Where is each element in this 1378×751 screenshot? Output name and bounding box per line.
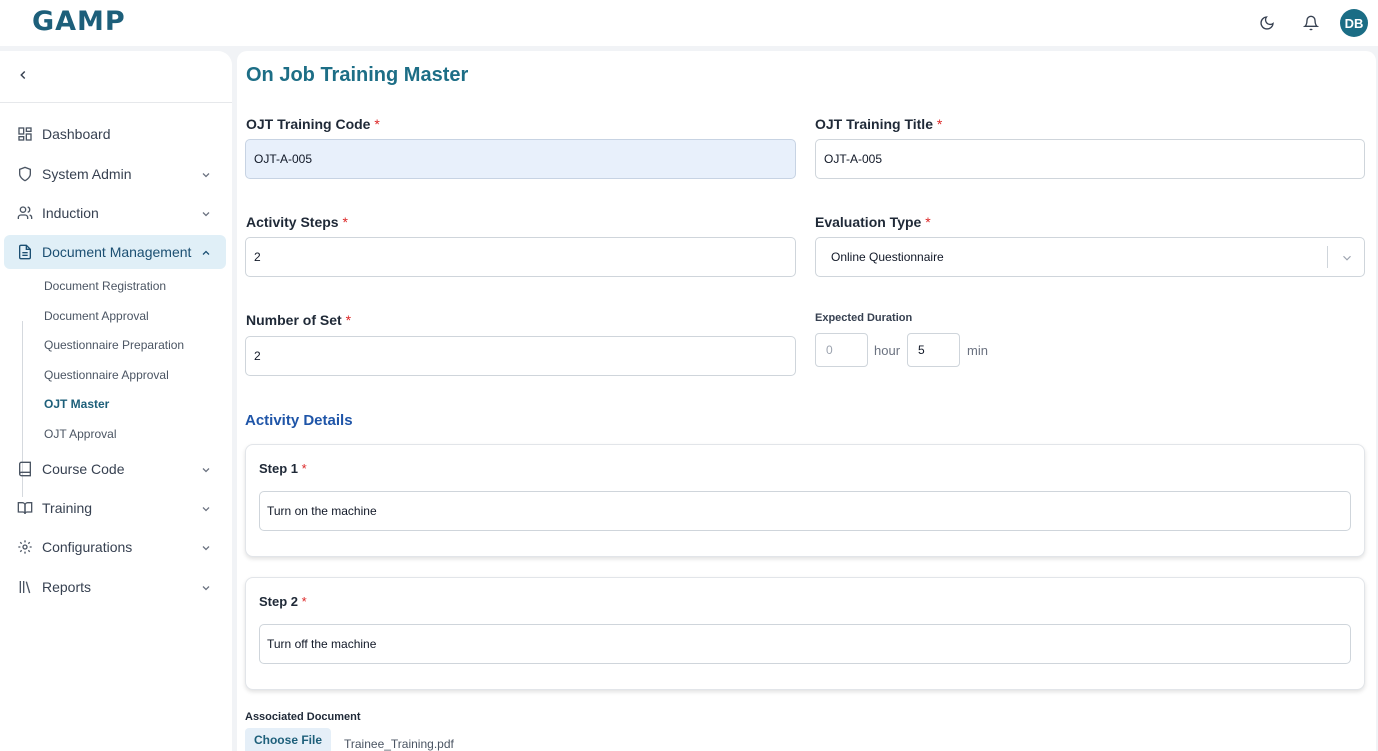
gear-icon <box>16 538 34 556</box>
step-2-input[interactable]: Turn off the machine <box>259 624 1351 664</box>
label-text: OJT Training Title <box>815 116 933 132</box>
sidebar-item-system-admin[interactable]: System Admin <box>4 157 226 191</box>
sidebar-item-training[interactable]: Training <box>4 491 226 525</box>
choose-file-button[interactable]: Choose File <box>245 728 331 751</box>
label-text: Step 1 <box>259 461 299 476</box>
sub-item-questionnaire-preparation[interactable]: Questionnaire Preparation <box>44 338 184 352</box>
main-panel: On Job Training Master OJT Training Code… <box>237 51 1376 751</box>
top-bar: GAMP DB <box>0 0 1378 46</box>
avatar[interactable]: DB <box>1340 9 1368 37</box>
sidebar-item-document-management[interactable]: Document Management <box>4 235 226 269</box>
library-icon <box>16 578 34 596</box>
document-icon <box>16 243 34 261</box>
page-title: On Job Training Master <box>246 64 469 86</box>
chevron-up-icon <box>200 246 212 258</box>
select-value: Online Questionnaire <box>831 250 944 264</box>
chevron-down-icon <box>200 168 212 180</box>
sub-item-ojt-master[interactable]: OJT Master <box>44 397 109 411</box>
associated-document-label: Associated Document <box>245 711 361 723</box>
required-mark: * <box>342 214 348 230</box>
chevron-down-icon <box>200 581 212 593</box>
chevron-down-icon <box>200 502 212 514</box>
chevron-down-icon <box>200 207 212 219</box>
evaluation-type-select[interactable]: Online Questionnaire <box>815 237 1365 277</box>
field-label-evaluation-type: Evaluation Type * <box>815 214 931 230</box>
sidebar-item-induction[interactable]: Induction <box>4 196 226 230</box>
sub-item-document-approval[interactable]: Document Approval <box>44 309 149 323</box>
activity-steps-input[interactable]: 2 <box>245 237 796 277</box>
chevron-left-icon[interactable] <box>16 68 32 84</box>
sidebar-item-dashboard[interactable]: Dashboard <box>4 117 226 151</box>
field-label-ojt-training-code: OJT Training Code * <box>246 116 380 132</box>
number-of-set-input[interactable]: 2 <box>245 336 796 376</box>
open-book-icon <box>16 499 34 517</box>
book-icon <box>16 460 34 478</box>
min-unit-label: min <box>967 343 988 358</box>
field-label-number-of-set: Number of Set * <box>246 312 351 328</box>
sidebar-item-label: Induction <box>42 205 99 221</box>
moon-icon[interactable] <box>1252 8 1282 38</box>
gamp-logo[interactable]: GAMP <box>32 6 126 37</box>
activity-details-heading: Activity Details <box>245 412 353 429</box>
sub-item-document-registration[interactable]: Document Registration <box>44 279 166 293</box>
ojt-training-code-input[interactable]: OJT-A-005 <box>245 139 796 179</box>
chevron-down-icon <box>200 541 212 553</box>
field-label-ojt-training-title: OJT Training Title * <box>815 116 942 132</box>
sidebar-item-label: Dashboard <box>42 126 111 142</box>
sidebar-item-label: Training <box>42 500 93 516</box>
step-label: Step 1 * <box>259 461 307 476</box>
sidebar-item-configurations[interactable]: Configurations <box>4 530 226 564</box>
sidebar-item-reports[interactable]: Reports <box>4 570 226 604</box>
chevron-down-icon[interactable] <box>1340 251 1354 265</box>
dashboard-icon <box>16 125 34 143</box>
sidebar: Dashboard System Admin Induction Documen… <box>0 51 232 751</box>
shield-icon <box>16 165 34 183</box>
sidebar-item-label: Reports <box>42 579 92 595</box>
required-mark: * <box>374 116 380 132</box>
sidebar-item-label: Course Code <box>42 461 125 477</box>
sub-item-questionnaire-approval[interactable]: Questionnaire Approval <box>44 368 169 382</box>
users-icon <box>16 204 34 222</box>
label-text: Evaluation Type <box>815 214 922 230</box>
select-divider <box>1327 246 1328 268</box>
ojt-training-title-input[interactable]: OJT-A-005 <box>815 139 1365 179</box>
required-mark: * <box>345 312 352 328</box>
required-mark: * <box>936 116 943 132</box>
required-mark: * <box>301 594 307 609</box>
duration-minutes-input[interactable]: 5 <box>907 333 960 367</box>
required-mark: * <box>301 461 307 476</box>
field-label-activity-steps: Activity Steps * <box>246 214 348 230</box>
sidebar-item-label: Configurations <box>42 539 133 555</box>
label-text: OJT Training Code <box>246 116 371 132</box>
sidebar-item-label: Document Management <box>42 244 192 260</box>
label-text: Number of Set <box>246 312 342 328</box>
sidebar-item-label: System Admin <box>42 166 132 182</box>
label-text: Step 2 <box>259 594 299 609</box>
step-label: Step 2 * <box>259 594 307 609</box>
step-1-input[interactable]: Turn on the machine <box>259 491 1351 531</box>
sidebar-divider <box>0 102 232 103</box>
step-card: Step 2 * Turn off the machine <box>245 577 1365 690</box>
hour-unit-label: hour <box>874 343 901 358</box>
selected-file-name: Trainee_Training.pdf <box>344 737 454 751</box>
required-mark: * <box>925 214 931 230</box>
header-actions: DB <box>1238 8 1368 38</box>
step-card: Step 1 * Turn on the machine <box>245 444 1365 557</box>
chevron-down-icon <box>200 463 212 475</box>
sub-item-ojt-approval[interactable]: OJT Approval <box>44 427 116 441</box>
label-text: Activity Steps <box>246 214 339 230</box>
field-label-expected-duration: Expected Duration <box>815 312 913 324</box>
sidebar-item-course-code[interactable]: Course Code <box>4 452 226 486</box>
duration-hours-input[interactable]: 0 <box>815 333 868 367</box>
bell-icon[interactable] <box>1296 8 1326 38</box>
